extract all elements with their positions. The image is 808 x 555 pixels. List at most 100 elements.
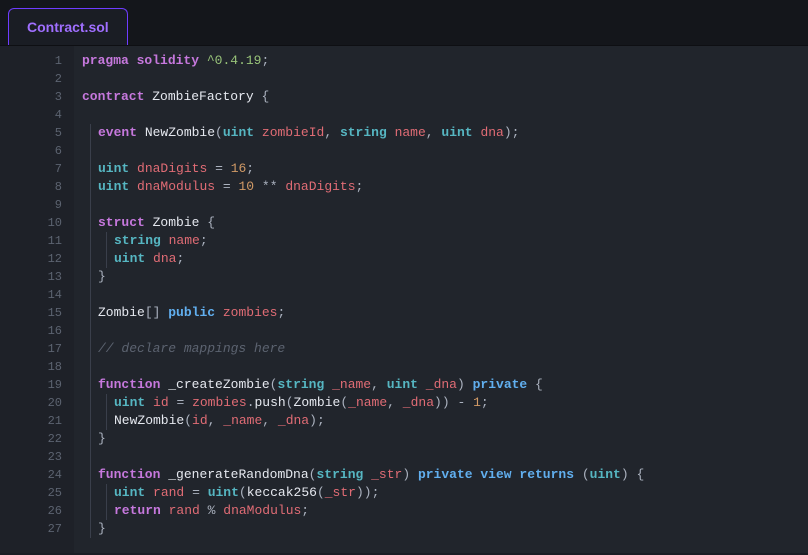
code-line[interactable]: pragma solidity ^0.4.19; xyxy=(82,52,808,70)
code-token: , xyxy=(371,377,379,392)
code-line[interactable] xyxy=(82,322,808,340)
code-token: // declare mappings here xyxy=(98,341,285,356)
line-number: 27 xyxy=(0,520,62,538)
code-token: ; xyxy=(372,485,380,500)
code-line[interactable]: } xyxy=(82,430,808,448)
code-token xyxy=(363,467,371,482)
code-line[interactable]: uint rand = uint(keccak256(_str)); xyxy=(82,484,808,502)
code-token: ( xyxy=(582,467,590,482)
code-line[interactable] xyxy=(82,448,808,466)
code-line[interactable]: NewZombie(id, _name, _dna); xyxy=(82,412,808,430)
code-token xyxy=(395,395,403,410)
line-number: 24 xyxy=(0,466,62,484)
code-line[interactable]: uint dna; xyxy=(82,250,808,268)
line-number: 13 xyxy=(0,268,62,286)
code-token xyxy=(199,53,207,68)
code-line[interactable] xyxy=(82,106,808,124)
code-token xyxy=(387,125,395,140)
line-number: 12 xyxy=(0,250,62,268)
code-token: struct xyxy=(98,215,145,230)
code-line[interactable]: return rand % dnaModulus; xyxy=(82,502,808,520)
code-token: uint xyxy=(441,125,472,140)
code-token xyxy=(145,485,153,500)
code-token: } xyxy=(98,431,106,446)
code-token: ) xyxy=(457,377,465,392)
code-token: _name xyxy=(348,395,387,410)
code-token: name xyxy=(169,233,200,248)
code-line[interactable] xyxy=(82,196,808,214)
line-number: 16 xyxy=(0,322,62,340)
code-token: uint xyxy=(98,179,129,194)
code-line[interactable] xyxy=(82,142,808,160)
code-token: ( xyxy=(286,395,294,410)
code-line[interactable]: contract ZombieFactory { xyxy=(82,88,808,106)
code-line[interactable]: uint dnaModulus = 10 ** dnaDigits; xyxy=(82,178,808,196)
code-token: _str xyxy=(371,467,402,482)
code-token: public xyxy=(168,305,215,320)
line-number: 8 xyxy=(0,178,62,196)
code-token: zombies xyxy=(223,305,278,320)
code-token: dnaDigits xyxy=(137,161,207,176)
code-line[interactable]: uint dnaDigits = 16; xyxy=(82,160,808,178)
tab-label: Contract.sol xyxy=(27,19,109,35)
code-token: uint xyxy=(114,485,145,500)
code-token: contract xyxy=(82,89,144,104)
code-token xyxy=(145,251,153,266)
code-line[interactable]: } xyxy=(82,520,808,538)
code-line[interactable]: // declare mappings here xyxy=(82,340,808,358)
code-token: Zombie xyxy=(98,305,145,320)
code-token: ; xyxy=(246,161,254,176)
line-number: 1 xyxy=(0,52,62,70)
code-token: ** xyxy=(262,179,278,194)
code-token: rand xyxy=(153,485,184,500)
line-number: 20 xyxy=(0,394,62,412)
code-line[interactable] xyxy=(82,70,808,88)
code-line[interactable]: function _generateRandomDna(string _str)… xyxy=(82,466,808,484)
code-token: ( xyxy=(184,413,192,428)
code-token: { xyxy=(261,89,269,104)
code-token xyxy=(574,467,582,482)
code-token: { xyxy=(636,467,644,482)
code-area[interactable]: pragma solidity ^0.4.19; contract ZombieF… xyxy=(74,46,808,553)
code-token xyxy=(161,503,169,518)
code-line[interactable]: } xyxy=(82,268,808,286)
line-number: 6 xyxy=(0,142,62,160)
line-number: 15 xyxy=(0,304,62,322)
code-token: zombies xyxy=(192,395,247,410)
code-token: id xyxy=(153,395,169,410)
code-line[interactable]: uint id = zombies.push(Zombie(_name, _dn… xyxy=(82,394,808,412)
code-token: event xyxy=(98,125,137,140)
code-token: uint xyxy=(223,125,254,140)
code-token: dnaModulus xyxy=(223,503,301,518)
code-line[interactable]: event NewZombie(uint zombieId, string na… xyxy=(82,124,808,142)
code-token: private xyxy=(418,467,473,482)
code-token: solidity xyxy=(137,53,199,68)
code-line[interactable]: Zombie[] public zombies; xyxy=(82,304,808,322)
code-line[interactable] xyxy=(82,358,808,376)
code-token: uint xyxy=(98,161,129,176)
code-line[interactable]: struct Zombie { xyxy=(82,214,808,232)
code-line[interactable] xyxy=(82,286,808,304)
code-token: . xyxy=(247,395,255,410)
code-token: keccak256 xyxy=(247,485,317,500)
code-line[interactable]: function _createZombie(string _name, uin… xyxy=(82,376,808,394)
code-line[interactable]: string name; xyxy=(82,232,808,250)
code-token: ZombieFactory xyxy=(152,89,253,104)
code-token: _name xyxy=(223,413,262,428)
line-number: 5 xyxy=(0,124,62,142)
code-token: _dna xyxy=(403,395,434,410)
code-token: name xyxy=(395,125,426,140)
tab-contract-sol[interactable]: Contract.sol xyxy=(8,8,128,45)
code-token xyxy=(145,215,153,230)
code-token: id xyxy=(192,413,208,428)
code-token xyxy=(184,485,192,500)
code-token xyxy=(184,395,192,410)
code-editor[interactable]: 1234567891011121314151617181920212223242… xyxy=(0,46,808,553)
line-number: 10 xyxy=(0,214,62,232)
line-number: 21 xyxy=(0,412,62,430)
code-token xyxy=(465,377,473,392)
code-token: dnaModulus xyxy=(137,179,215,194)
code-token xyxy=(207,161,215,176)
code-token: ; xyxy=(200,233,208,248)
code-token: ; xyxy=(176,251,184,266)
